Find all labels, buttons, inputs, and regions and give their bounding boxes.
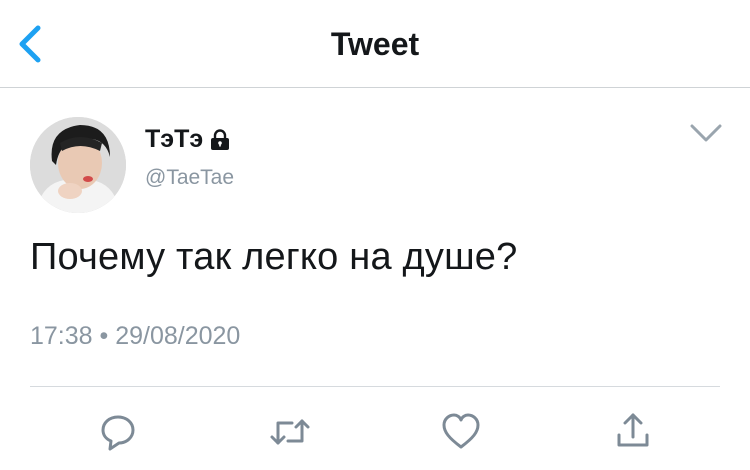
avatar[interactable] xyxy=(30,117,126,213)
reply-button[interactable] xyxy=(96,409,140,453)
tweet-timestamp: 17:38 • 29/08/2020 xyxy=(30,322,241,350)
chevron-down-icon xyxy=(690,124,722,142)
divider xyxy=(30,386,720,387)
tweet-text: Почему так легко на душе? xyxy=(30,236,518,278)
retweet-button[interactable] xyxy=(268,409,312,453)
share-button[interactable] xyxy=(611,409,655,453)
action-bar xyxy=(0,405,750,455)
reply-icon xyxy=(101,415,135,451)
user-handle[interactable]: @TaeTae xyxy=(145,166,234,190)
like-button[interactable] xyxy=(439,409,483,453)
more-options-button[interactable] xyxy=(686,120,726,148)
share-icon xyxy=(617,413,649,447)
display-name[interactable]: ТэТэ xyxy=(145,125,231,154)
top-bar: Tweet xyxy=(0,0,750,88)
lock-icon xyxy=(211,128,230,150)
retweet-icon xyxy=(270,419,310,445)
heart-icon xyxy=(442,413,480,449)
display-name-text: ТэТэ xyxy=(145,125,204,153)
page-title: Tweet xyxy=(330,26,420,62)
